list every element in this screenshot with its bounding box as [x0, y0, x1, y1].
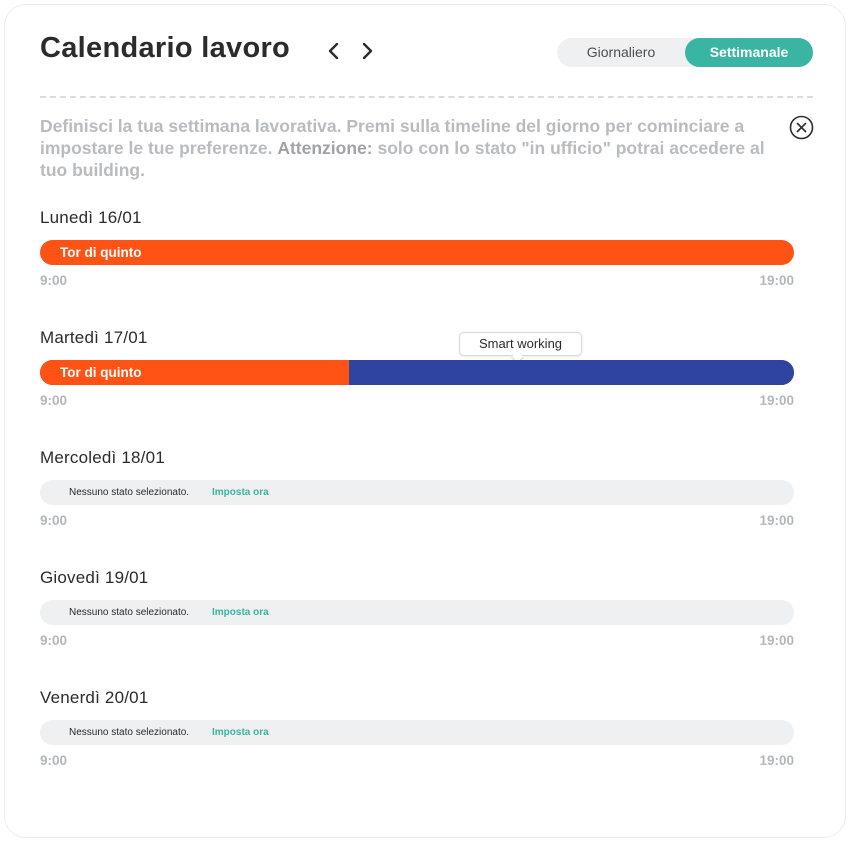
end-time: 19:00 — [759, 753, 794, 768]
info-warning-label: Attenzione: — [277, 138, 373, 158]
page-title: Calendario lavoro — [40, 32, 291, 64]
end-time: 19:00 — [759, 513, 794, 528]
weekly-view-tab[interactable]: Settimanale — [685, 38, 813, 67]
start-time: 9:00 — [40, 393, 68, 408]
chevron-right-icon — [362, 42, 373, 60]
set-now-link[interactable]: Imposta ora — [212, 720, 269, 745]
smart-working-segment[interactable] — [349, 360, 794, 385]
start-time: 9:00 — [40, 633, 68, 648]
empty-state-text: Nessuno stato selezionato. — [69, 727, 190, 738]
next-week-button[interactable] — [356, 36, 378, 66]
dashed-divider — [40, 96, 813, 98]
set-now-link[interactable]: Imposta ora — [212, 600, 269, 625]
end-time: 19:00 — [759, 393, 794, 408]
end-time: 19:00 — [759, 633, 794, 648]
daily-view-tab[interactable]: Giornaliero — [557, 38, 685, 67]
info-message: Definisci la tua settimana lavorativa. P… — [40, 115, 780, 181]
empty-state-text: Nessuno stato selezionato. — [69, 487, 190, 498]
view-toggle: Giornaliero Settimanale — [557, 38, 813, 67]
start-time: 9:00 — [40, 513, 68, 528]
timeline-friday[interactable]: Nessuno stato selezionato. Imposta ora — [40, 720, 794, 745]
location-label: Tor di quinto — [60, 365, 142, 380]
chevron-left-icon — [328, 42, 339, 60]
office-segment[interactable]: Tor di quinto — [40, 360, 350, 385]
timeline-wednesday[interactable]: Nessuno stato selezionato. Imposta ora — [40, 480, 794, 505]
timeline-monday[interactable]: Tor di quinto — [40, 240, 794, 265]
day-label-thursday: Giovedì 19/01 — [40, 568, 149, 587]
day-label-monday: Lunedì 16/01 — [40, 208, 142, 227]
start-time: 9:00 — [40, 753, 68, 768]
day-label-tuesday: Martedì 17/01 — [40, 328, 148, 347]
set-now-link[interactable]: Imposta ora — [212, 480, 269, 505]
timeline-tuesday[interactable]: Tor di quinto — [40, 360, 794, 385]
day-label-wednesday: Mercoledì 18/01 — [40, 448, 165, 467]
smart-working-tooltip: Smart working — [459, 332, 582, 356]
empty-state-text: Nessuno stato selezionato. — [69, 607, 190, 618]
office-segment[interactable]: Tor di quinto — [40, 240, 794, 265]
start-time: 9:00 — [40, 273, 68, 288]
close-info-button[interactable] — [789, 115, 814, 140]
previous-week-button[interactable] — [323, 36, 345, 66]
timeline-thursday[interactable]: Nessuno stato selezionato. Imposta ora — [40, 600, 794, 625]
end-time: 19:00 — [759, 273, 794, 288]
close-circle-icon — [789, 115, 814, 140]
location-label: Tor di quinto — [60, 245, 142, 260]
day-label-friday: Venerdì 20/01 — [40, 688, 149, 707]
